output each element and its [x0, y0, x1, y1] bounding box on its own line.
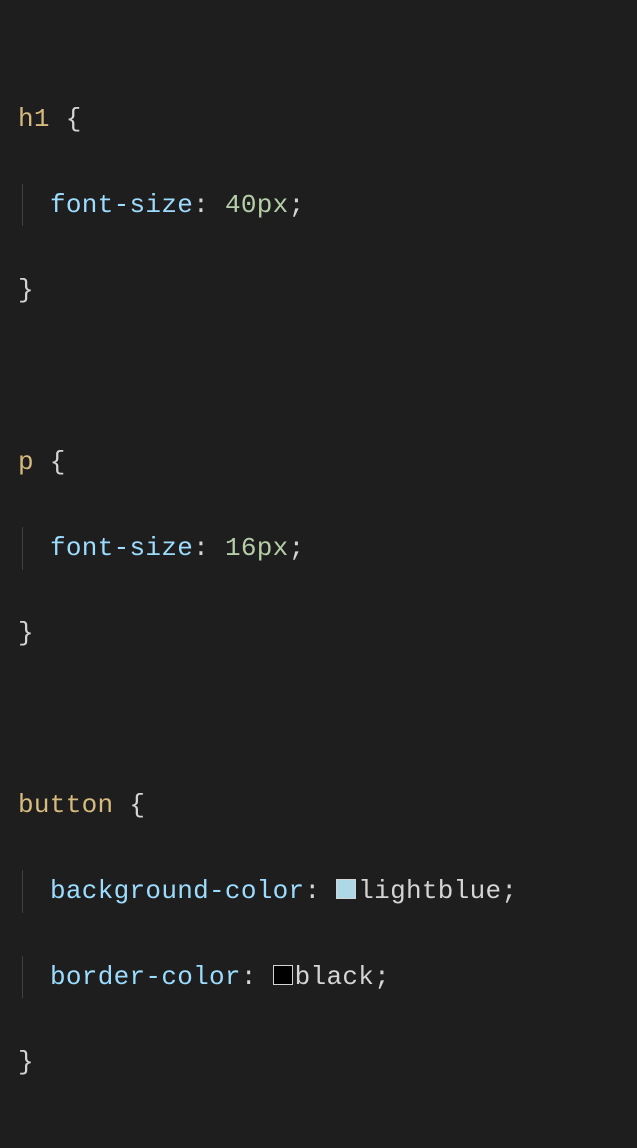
colon: :	[304, 876, 320, 906]
indent-guide	[22, 956, 23, 999]
selector-h1: h1	[18, 104, 50, 134]
rule-h1-close-line: }	[18, 269, 637, 312]
rule-p-close-line: }	[18, 612, 637, 655]
property-font-size: font-size	[50, 533, 193, 563]
css-code-block: h1 { font-size: 40px; } p { font-size: 1…	[18, 12, 637, 1148]
open-brace: {	[50, 104, 82, 134]
close-brace: }	[18, 618, 34, 648]
rule-p-decl-line: font-size: 16px;	[18, 527, 637, 570]
open-brace: {	[113, 790, 145, 820]
rule-h1-selector-line: h1 {	[18, 98, 637, 141]
rule-p-selector-line: p {	[18, 441, 637, 484]
indent-guide	[22, 184, 23, 227]
semicolon: ;	[501, 876, 517, 906]
property-font-size: font-size	[50, 190, 193, 220]
value-unit: px	[257, 533, 289, 563]
colon: :	[193, 190, 209, 220]
blank-line	[18, 355, 637, 398]
rule-button-decl1-line: background-color: lightblue;	[18, 870, 637, 913]
space	[320, 876, 336, 906]
colon: :	[241, 962, 257, 992]
open-brace: {	[34, 447, 66, 477]
selector-button: button	[18, 790, 113, 820]
space	[209, 190, 225, 220]
rule-h1-decl-line: font-size: 40px;	[18, 184, 637, 227]
selector-p: p	[18, 447, 34, 477]
property-background-color: background-color	[50, 876, 304, 906]
semicolon: ;	[374, 962, 390, 992]
semicolon: ;	[289, 533, 305, 563]
indent-guide	[22, 527, 23, 570]
colon: :	[193, 533, 209, 563]
value-number: 16	[225, 533, 257, 563]
color-swatch-black	[273, 965, 293, 985]
value-unit: px	[257, 190, 289, 220]
rule-button-decl2-line: border-color: black;	[18, 956, 637, 999]
value-black: black	[295, 962, 375, 992]
blank-line	[18, 698, 637, 741]
color-swatch-lightblue	[336, 879, 356, 899]
space	[257, 962, 273, 992]
close-brace: }	[18, 275, 34, 305]
semicolon: ;	[289, 190, 305, 220]
indent-guide	[22, 870, 23, 913]
rule-button-selector-line: button {	[18, 784, 637, 827]
rule-button-close-line: }	[18, 1041, 637, 1084]
property-border-color: border-color	[50, 962, 241, 992]
space	[209, 533, 225, 563]
value-lightblue: lightblue	[358, 876, 501, 906]
close-brace: }	[18, 1047, 34, 1077]
value-number: 40	[225, 190, 257, 220]
